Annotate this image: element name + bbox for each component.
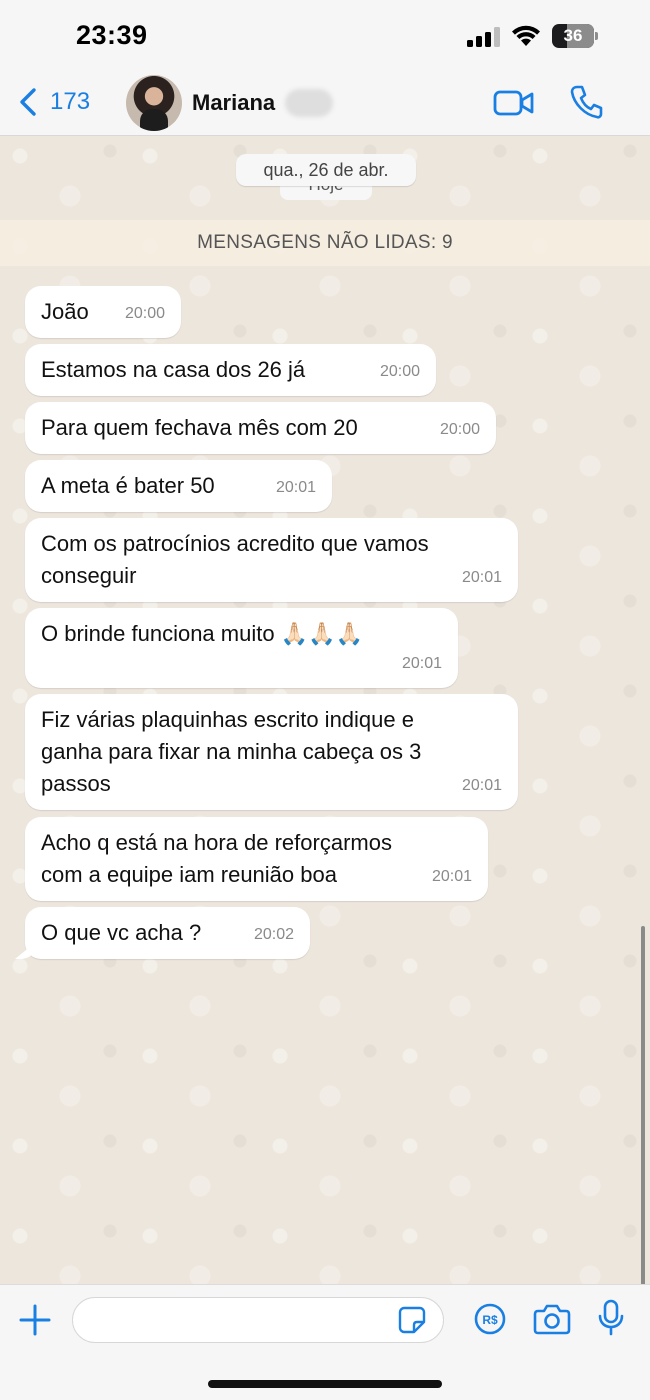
message-time: 20:01: [461, 777, 502, 794]
camera-icon[interactable]: [533, 1303, 571, 1335]
microphone-icon[interactable]: [598, 1299, 624, 1337]
message-time: 20:01: [431, 868, 472, 885]
date-label: qua., 26 de abr.: [236, 154, 416, 186]
message-text: Fiz várias plaquinhas escrito indique e …: [41, 707, 422, 796]
status-time: 23:39: [76, 20, 148, 50]
scrollbar[interactable]: [641, 926, 645, 1284]
message-time: 20:00: [439, 421, 480, 438]
message-text: Estamos na casa dos 26 já: [41, 357, 306, 382]
sticker-icon[interactable]: [398, 1306, 426, 1334]
message-text: A meta é bater 50: [41, 473, 215, 498]
battery-icon: 36: [552, 24, 598, 48]
message-text: Com os patrocínios acredito que vamos co…: [41, 531, 429, 588]
message-time: 20:02: [253, 926, 294, 943]
message-text: Acho q está na hora de reforçarmos com a…: [41, 830, 392, 887]
unread-chats-count: 173: [50, 88, 91, 115]
message-bubble[interactable]: Fiz várias plaquinhas escrito indique e …: [25, 694, 518, 810]
battery-level: 36: [563, 26, 583, 45]
wifi-icon: [512, 25, 540, 46]
message-bubble[interactable]: Acho q está na hora de reforçarmos com a…: [25, 817, 488, 901]
plus-icon[interactable]: [18, 1303, 52, 1337]
message-bubble[interactable]: Com os patrocínios acredito que vamos co…: [25, 518, 518, 602]
message-bubble[interactable]: A meta é bater 50 20:01: [25, 460, 332, 512]
message-time: 20:01: [275, 479, 316, 496]
chevron-left-icon: [20, 88, 36, 116]
message-bubble[interactable]: João 20:00: [25, 286, 181, 338]
video-call-icon[interactable]: [493, 89, 535, 117]
chat-header: 173 Mariana: [0, 70, 650, 136]
message-text: O que vc acha ?: [41, 920, 202, 945]
chat-area[interactable]: Hoje qua., 26 de abr. MENSAGENS NÃO LIDA…: [0, 136, 650, 1284]
message-time: 20:01: [401, 655, 442, 672]
message-bubble[interactable]: O que vc acha ? 20:02: [25, 907, 310, 959]
message-text: Para quem fechava mês com 20: [41, 415, 358, 440]
message-bubble[interactable]: O brinde funciona muito 🙏🏻🙏🏻🙏🏻 20:01: [25, 608, 458, 688]
message-time: 20:00: [379, 363, 420, 380]
redacted-name: [285, 89, 333, 117]
contact-name[interactable]: Mariana: [192, 90, 275, 116]
avatar[interactable]: [126, 75, 182, 131]
message-time: 20:01: [461, 569, 502, 586]
message-bubble[interactable]: Para quem fechava mês com 20 20:00: [25, 402, 496, 454]
status-bar: 23:39 36: [0, 0, 650, 70]
message-text: O brinde funciona muito 🙏🏻🙏🏻🙏🏻: [41, 621, 363, 646]
phone-icon[interactable]: [569, 84, 603, 120]
message-input[interactable]: [72, 1297, 444, 1343]
signal-icon: [467, 27, 500, 47]
unread-banner: MENSAGENS NÃO LIDAS: 9: [0, 220, 650, 266]
pix-payment-icon[interactable]: R$: [474, 1303, 506, 1335]
home-indicator[interactable]: [208, 1380, 442, 1388]
svg-text:R$: R$: [482, 1313, 498, 1327]
message-bubble[interactable]: Estamos na casa dos 26 já 20:00: [25, 344, 436, 396]
back-button[interactable]: 173: [18, 84, 90, 120]
message-time: 20:00: [124, 305, 165, 322]
message-text: João: [41, 299, 89, 324]
